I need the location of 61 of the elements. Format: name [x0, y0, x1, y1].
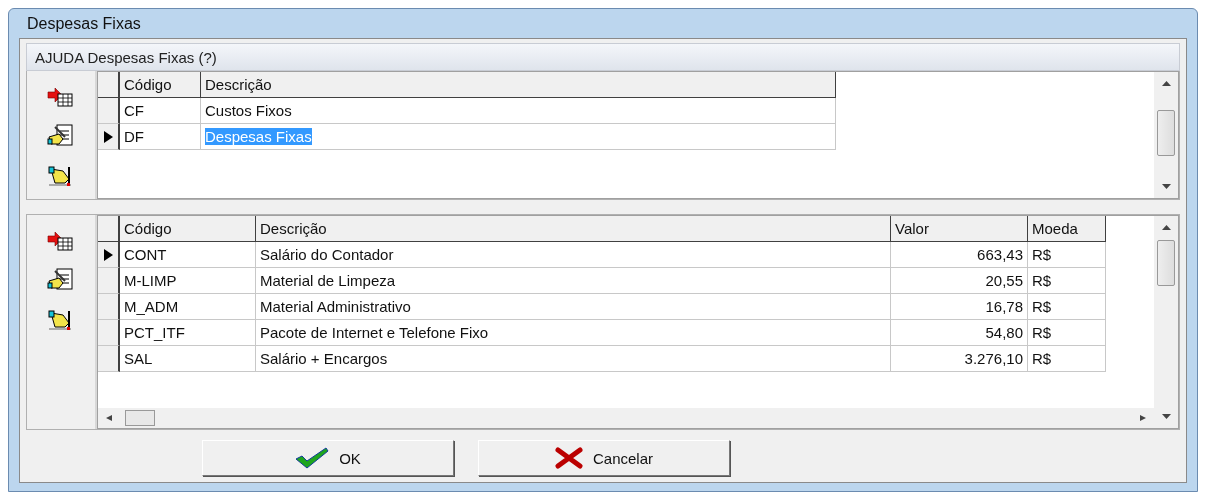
table-cell: SAL — [120, 346, 256, 372]
hand-document-icon[interactable] — [47, 267, 75, 293]
scroll-up-icon[interactable] — [1161, 224, 1171, 230]
hand-document-icon[interactable] — [47, 123, 75, 149]
vertical-scrollbar[interactable] — [1154, 216, 1178, 428]
row-indicator[interactable] — [98, 124, 120, 150]
table-cell: M_ADM — [120, 294, 256, 320]
table-cell: CF — [120, 98, 201, 124]
table-cell: 3.276,10 — [891, 346, 1028, 372]
column-header[interactable]: Código — [120, 216, 256, 242]
vertical-scrollbar[interactable] — [1154, 72, 1178, 198]
table-cell: PCT_ITF — [120, 320, 256, 346]
table-cell: R$ — [1028, 268, 1106, 294]
column-header[interactable]: Código — [120, 72, 201, 98]
table-cell: M-LIMP — [120, 268, 256, 294]
arrow-table-icon[interactable] — [47, 229, 75, 253]
row-indicator[interactable] — [98, 98, 120, 124]
row-indicator[interactable] — [98, 320, 120, 346]
row-pointer-icon — [103, 248, 113, 261]
scroll-down-icon[interactable] — [1161, 184, 1171, 190]
row-indicator-header — [98, 72, 120, 98]
table-cell: 20,55 — [891, 268, 1028, 294]
table-cell: 663,43 — [891, 242, 1028, 268]
table-cell: R$ — [1028, 294, 1106, 320]
row-indicator[interactable] — [98, 294, 120, 320]
scroll-down-icon[interactable] — [1161, 414, 1171, 420]
table-cell: DF — [120, 124, 201, 150]
scroll-left-icon[interactable] — [106, 415, 115, 421]
table-cell: R$ — [1028, 242, 1106, 268]
horizontal-scrollbar[interactable] — [98, 408, 1154, 428]
table-cell: Salário do Contador — [256, 242, 891, 268]
checkmark-icon — [295, 447, 330, 469]
scrollbar-thumb[interactable] — [1157, 240, 1175, 286]
column-header[interactable]: Descrição — [201, 72, 836, 98]
table-cell: Salário + Encargos — [256, 346, 891, 372]
table-cell: Material de Limpeza — [256, 268, 891, 294]
table-cell: R$ — [1028, 320, 1106, 346]
scroll-right-icon[interactable] — [1137, 415, 1146, 421]
table-cell: CONT — [120, 242, 256, 268]
row-indicator[interactable] — [98, 268, 120, 294]
row-indicator[interactable] — [98, 242, 120, 268]
window-title: Despesas Fixas — [26, 13, 142, 34]
column-header[interactable]: Descrição — [256, 216, 891, 242]
column-header[interactable]: Moeda — [1028, 216, 1106, 242]
arrow-table-icon[interactable] — [47, 85, 75, 109]
scrollbar-thumb[interactable] — [1157, 110, 1175, 156]
table-cell: 16,78 — [891, 294, 1028, 320]
table-cell: R$ — [1028, 346, 1106, 372]
scrollbar-thumb[interactable] — [125, 410, 155, 426]
table-cell: Custos Fixos — [201, 98, 836, 124]
group-title: AJUDA Despesas Fixas (?) — [26, 43, 1180, 71]
row-pointer-icon — [103, 130, 113, 143]
column-header[interactable]: Valor — [891, 216, 1028, 242]
dialog-button[interactable]: OK — [202, 440, 454, 476]
cross-icon — [555, 447, 583, 469]
dialog-button[interactable]: Cancelar — [478, 440, 730, 476]
table-cell: Pacote de Internet e Telefone Fixo — [256, 320, 891, 346]
table-cell: Material Administrativo — [256, 294, 891, 320]
scroll-up-icon[interactable] — [1161, 80, 1171, 86]
table-cell: 54,80 — [891, 320, 1028, 346]
row-indicator[interactable] — [98, 346, 120, 372]
